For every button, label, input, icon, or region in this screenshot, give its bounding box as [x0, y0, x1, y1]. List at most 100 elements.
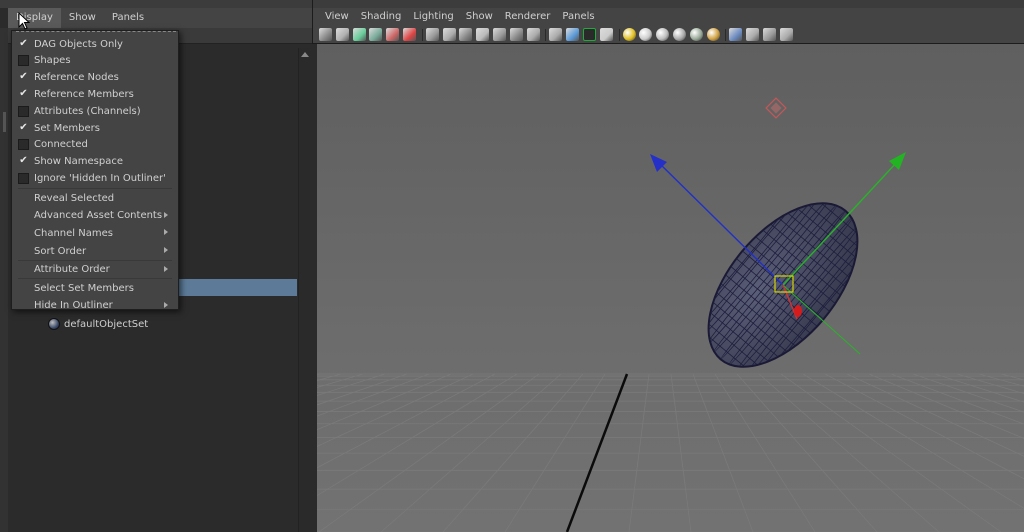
- edge-handle[interactable]: [3, 112, 6, 132]
- field-chart-icon[interactable]: [493, 28, 506, 41]
- menu-item-label: Attribute Order: [34, 264, 110, 276]
- toolbar-separator: [618, 29, 620, 41]
- use-all-lights-icon[interactable]: [622, 28, 636, 41]
- menu-lighting[interactable]: Lighting: [407, 8, 459, 26]
- panel-left-edge: [0, 28, 8, 532]
- submenu-arrow-icon: [164, 229, 168, 236]
- checkbox-icon[interactable]: [18, 105, 29, 117]
- resolution-gate-icon[interactable]: [459, 28, 473, 41]
- outliner-item-label: defaultObjectSet: [64, 318, 149, 330]
- light-locator-icon[interactable]: [765, 97, 787, 119]
- menu-view[interactable]: View: [319, 8, 355, 26]
- menu-item-label: Hide In Outliner: [34, 300, 113, 312]
- menu-item-label: Reference Members: [34, 88, 134, 100]
- safe-action-icon[interactable]: [509, 28, 523, 41]
- selected-row-highlight[interactable]: [176, 279, 297, 296]
- menu-display[interactable]: Display: [8, 8, 61, 28]
- menu-item-label: Set Members: [34, 122, 100, 134]
- menu-item-advanced-asset-contents[interactable]: Advanced Asset Contents: [12, 208, 178, 224]
- z-axis-arrow-icon[interactable]: [650, 154, 667, 172]
- viewport-toolbar: [312, 26, 1024, 44]
- textured-icon[interactable]: [599, 28, 613, 41]
- xray-icon[interactable]: [746, 28, 760, 41]
- checkbox-icon[interactable]: [18, 55, 29, 67]
- menu-item-label: Select Set Members: [34, 282, 134, 294]
- xray-joints-icon[interactable]: [779, 28, 793, 41]
- menu-shading[interactable]: Shading: [355, 8, 408, 26]
- 3d-view[interactable]: [317, 44, 1024, 532]
- menu-item-reference-members[interactable]: ✔ Reference Members: [12, 86, 178, 102]
- menu-item-label: Sort Order: [34, 245, 87, 257]
- display-dropdown-menu: ✔ DAG Objects Only Shapes ✔ Reference Nodes ✔…: [11, 30, 179, 311]
- menu-show-viewport[interactable]: Show: [460, 8, 499, 26]
- depth-of-field-icon[interactable]: [706, 28, 720, 41]
- camera-select-icon[interactable]: [319, 28, 332, 41]
- menu-item-connected[interactable]: Connected: [12, 137, 178, 153]
- menu-item-attribute-order[interactable]: Attribute Order: [12, 262, 178, 278]
- checkbox-icon[interactable]: [18, 139, 29, 151]
- z-axis-line: [654, 158, 784, 286]
- menu-panels[interactable]: Panels: [104, 8, 152, 28]
- checkbox-checked-icon[interactable]: ✔: [18, 122, 29, 134]
- scene-svg[interactable]: [317, 44, 1024, 532]
- menu-item-show-namespace[interactable]: ✔ Show Namespace: [12, 154, 178, 170]
- menu-item-label: Reference Nodes: [34, 72, 119, 84]
- 2d-pan-zoom-icon[interactable]: [386, 28, 400, 41]
- menu-item-label: Shapes: [34, 55, 71, 67]
- wireframe-icon[interactable]: [549, 28, 563, 41]
- menu-item-channel-names[interactable]: Channel Names: [12, 225, 178, 241]
- menu-item-hide-in-outliner[interactable]: Hide In Outliner: [12, 298, 178, 314]
- menu-item-set-members[interactable]: ✔ Set Members: [12, 120, 178, 136]
- menu-item-label: Advanced Asset Contents: [34, 210, 163, 222]
- menu-renderer[interactable]: Renderer: [499, 8, 557, 26]
- checkbox-checked-icon[interactable]: ✔: [18, 156, 29, 167]
- menu-item-reference-nodes[interactable]: ✔ Reference Nodes: [12, 70, 178, 86]
- menu-item-shapes[interactable]: Shapes: [12, 53, 178, 69]
- mouse-cursor-icon: [18, 12, 30, 30]
- viewport-panel: View Shading Lighting Show Renderer Pane…: [312, 0, 1024, 532]
- menu-item-label: Reveal Selected: [34, 192, 115, 204]
- menu-item-label: Show Namespace: [34, 156, 123, 168]
- checkbox-checked-icon[interactable]: ✔: [18, 88, 29, 100]
- menu-item-ignore-hidden-in-outliner[interactable]: Ignore 'Hidden In Outliner': [12, 170, 178, 186]
- menu-item-label: Ignore 'Hidden In Outliner': [34, 172, 166, 184]
- menu-item-attributes-channels[interactable]: Attributes (Channels): [12, 103, 178, 119]
- isolate-select-icon[interactable]: [729, 28, 743, 41]
- menu-item-label: Connected: [34, 139, 88, 151]
- outliner-item-defaultobjectset[interactable]: defaultObjectSet: [48, 316, 148, 332]
- image-plane-icon[interactable]: [369, 28, 383, 41]
- film-gate-icon[interactable]: [442, 28, 456, 41]
- submenu-arrow-icon: [164, 301, 168, 308]
- xray-active-components-icon[interactable]: [763, 28, 776, 41]
- menu-separator: [18, 259, 172, 261]
- checkbox-icon[interactable]: [18, 172, 29, 184]
- checkbox-checked-icon[interactable]: ✔: [18, 38, 29, 50]
- motion-blur-icon[interactable]: [673, 28, 686, 41]
- scroll-up-arrow-icon[interactable]: [301, 52, 309, 57]
- menu-show[interactable]: Show: [61, 8, 104, 28]
- screen-space-ao-icon[interactable]: [656, 28, 670, 41]
- menu-item-select-set-members[interactable]: Select Set Members: [12, 280, 178, 296]
- bookmarks-icon[interactable]: [352, 28, 366, 41]
- menu-item-dag-objects-only[interactable]: ✔ DAG Objects Only: [12, 36, 178, 52]
- menu-item-label: DAG Objects Only: [34, 38, 123, 50]
- smooth-shade-icon[interactable]: [566, 28, 580, 41]
- menu-panels-viewport[interactable]: Panels: [556, 8, 600, 26]
- menu-tear-off[interactable]: [16, 31, 176, 35]
- wireframe-on-shaded-icon[interactable]: [583, 28, 596, 41]
- shadows-icon[interactable]: [639, 28, 653, 41]
- camera-attributes-icon[interactable]: [335, 28, 349, 41]
- toolbar-separator: [421, 29, 423, 41]
- checkbox-checked-icon[interactable]: ✔: [18, 72, 29, 83]
- safe-title-icon[interactable]: [526, 28, 540, 41]
- menu-item-sort-order[interactable]: Sort Order: [12, 243, 178, 259]
- toolbar-separator: [725, 29, 727, 41]
- grease-pencil-icon[interactable]: [403, 28, 416, 41]
- multisample-aa-icon[interactable]: [689, 28, 703, 41]
- menu-item-reveal-selected[interactable]: Reveal Selected: [12, 190, 178, 206]
- viewport-menubar: View Shading Lighting Show Renderer Pane…: [312, 8, 1024, 26]
- x-axis-handle-icon[interactable]: [794, 305, 802, 317]
- grid-icon[interactable]: [425, 28, 439, 41]
- outliner-scrollbar[interactable]: [298, 48, 310, 532]
- gate-mask-icon[interactable]: [476, 28, 490, 41]
